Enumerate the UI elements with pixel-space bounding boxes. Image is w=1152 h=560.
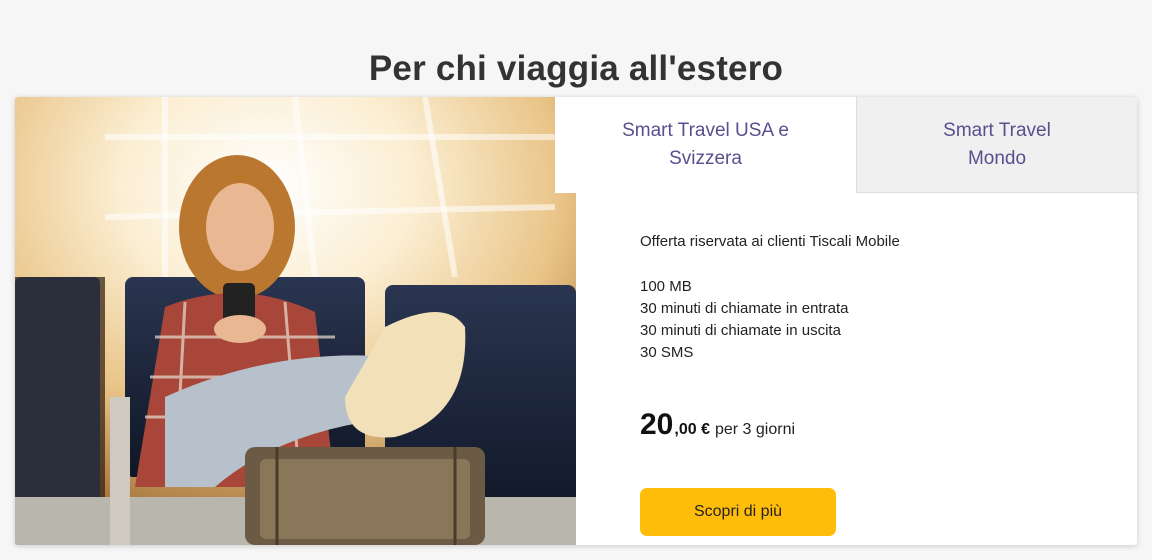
hero-photo [15,97,576,545]
price-integer: 20 [640,408,674,441]
tab-label: Smart Travel Mondo [943,119,1051,169]
offer-tabs: Smart Travel USA e Svizzera Smart Travel… [555,97,1137,193]
price-period: per 3 giorni [714,421,796,438]
feature-item: 100 MB [640,278,692,295]
offer-intro: Offerta riservata ai clienti Tiscali Mob… [640,233,900,250]
tab-label: Smart Travel USA e Svizzera [622,120,789,169]
tab-smart-travel-usa-svizzera[interactable]: Smart Travel USA e Svizzera [555,97,856,193]
page-title: Per chi viaggia all'estero [368,49,784,89]
tab-smart-travel-mondo[interactable]: Smart Travel Mondo [856,97,1137,193]
feature-item: 30 minuti di chiamate in entrata [640,300,849,317]
discover-more-button[interactable]: Scopri di più [640,488,836,536]
feature-list: 100 MB 30 minuti di chiamate in entrata … [640,276,1100,364]
offer-price: 20 ,00 € per 3 giorni [640,408,1100,442]
feature-item: 30 SMS [640,344,694,361]
price-decimal: ,00 € [674,421,710,438]
offer-card: Smart Travel USA e Svizzera Smart Travel… [15,97,1137,545]
offer-details: Offerta riservata ai clienti Tiscali Mob… [640,233,1100,442]
feature-item: 30 minuti di chiamate in uscita [640,322,841,339]
